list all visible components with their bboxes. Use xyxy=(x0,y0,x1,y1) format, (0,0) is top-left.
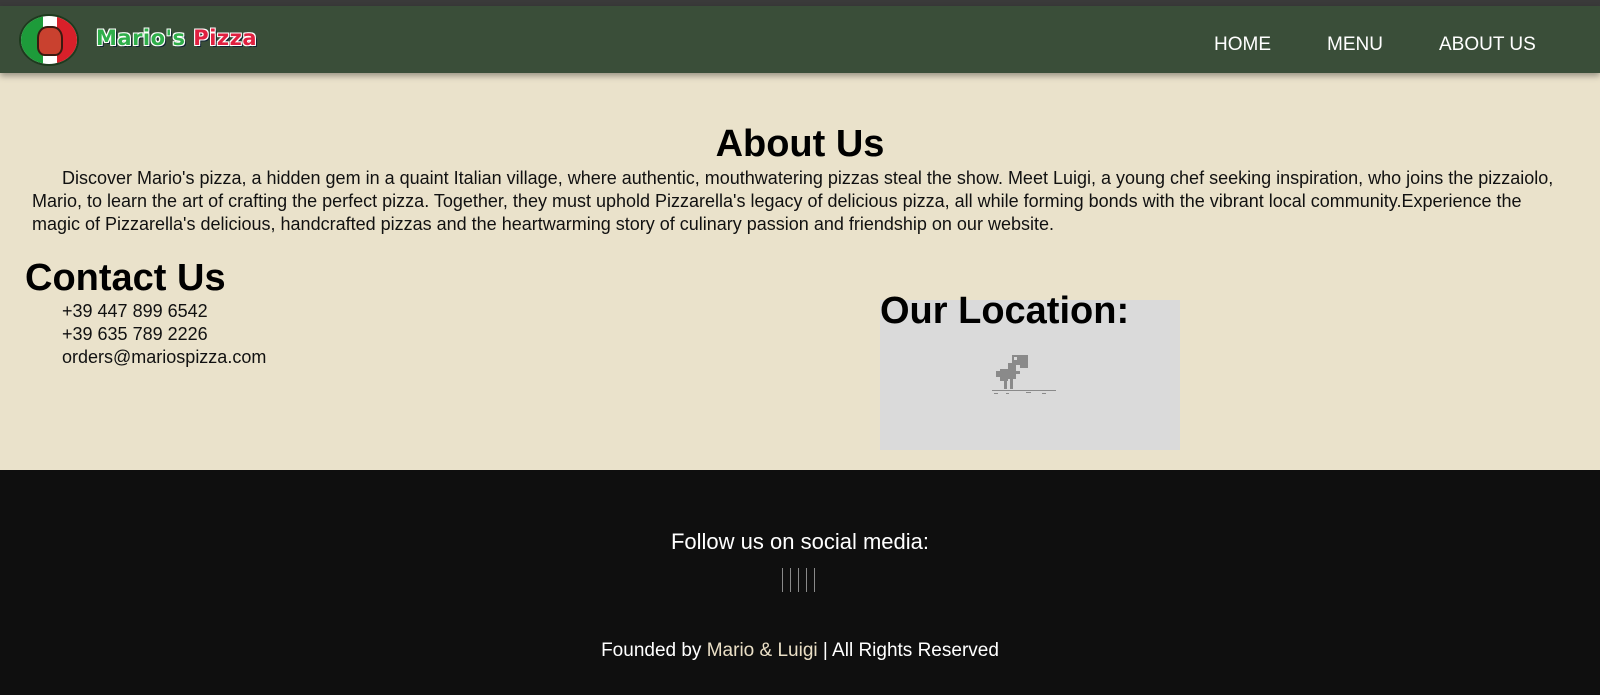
contact-phone-1: +39 447 899 6542 xyxy=(62,301,208,321)
founded-prefix: Founded by xyxy=(601,640,702,661)
location-title: Our Location: xyxy=(880,290,1130,332)
brand-logo-text[interactable]: Mario's Pizza xyxy=(96,26,257,50)
follow-us-text: Follow us on social media: xyxy=(670,529,929,554)
logo-icon[interactable] xyxy=(19,14,79,66)
founded-suffix: | All Rights Reserved xyxy=(822,640,999,661)
founder-names-link[interactable]: Mario & Luigi xyxy=(707,640,818,661)
brand-name-part1: Mario's xyxy=(96,26,186,50)
contact-email: orders@mariospizza.com xyxy=(62,347,267,367)
nav-link-about-us[interactable]: ABOUT US xyxy=(1439,34,1536,56)
nav-link-home[interactable]: HOME xyxy=(1214,34,1271,56)
about-title: About Us xyxy=(715,123,885,165)
founded-by-text: Founded by Mario & Luigi | All Rights Re… xyxy=(0,640,1600,662)
contact-title: Contact Us xyxy=(25,257,226,299)
social-icon[interactable] xyxy=(798,568,799,592)
navbar: Mario's Pizza HOME MENU ABOUT US xyxy=(0,6,1600,73)
social-icon[interactable] xyxy=(814,568,815,592)
contact-phone-2: +39 635 789 2226 xyxy=(62,324,208,344)
social-icon[interactable] xyxy=(790,568,791,592)
nav-link-menu[interactable]: MENU xyxy=(1327,34,1383,56)
brand-name-part2: Pizza xyxy=(193,26,258,50)
about-text: Discover Mario's pizza, a hidden gem in … xyxy=(32,168,1554,234)
social-links xyxy=(782,568,815,592)
social-icon[interactable] xyxy=(806,568,807,592)
social-icon[interactable] xyxy=(782,568,783,592)
offline-dino-icon xyxy=(992,355,1056,394)
